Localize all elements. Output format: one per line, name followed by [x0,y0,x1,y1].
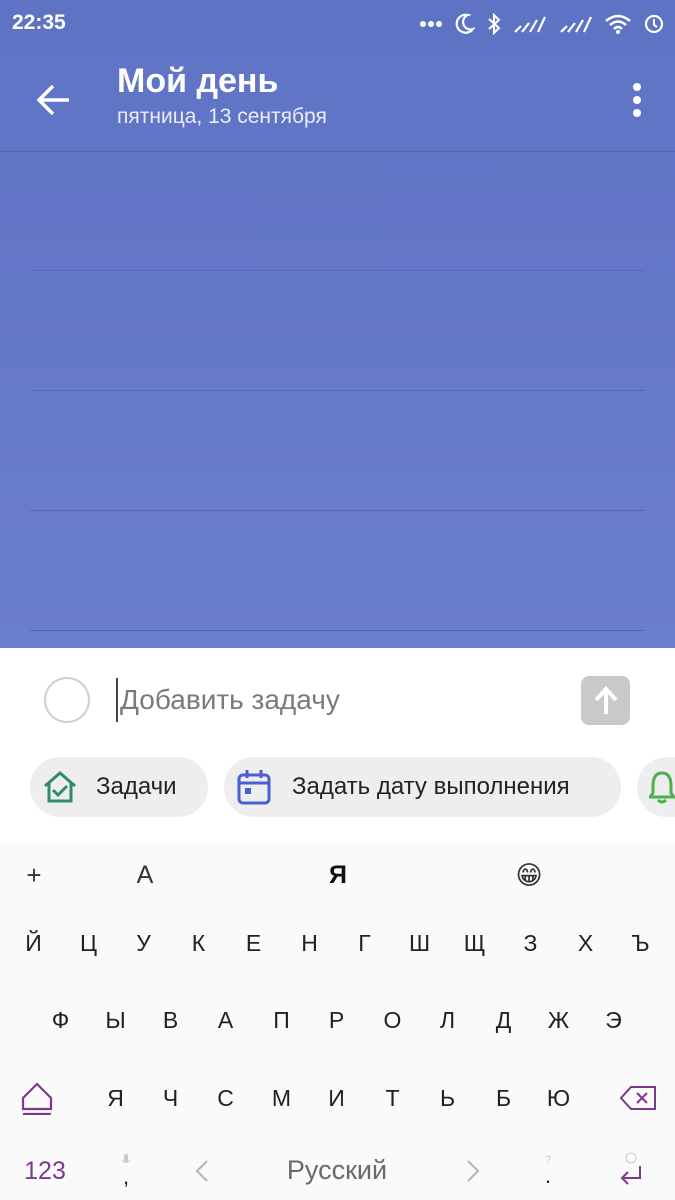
more-dots-icon [419,20,443,28]
key[interactable]: П [254,998,309,1042]
keyboard: + A Я 😁 Й Ц У К Е Н Г Ш Щ З Х Ъ Ф Ы В А … [0,843,675,1200]
key[interactable]: Ф [33,998,88,1042]
app-bar: Мой день пятница, 13 сентября [0,50,675,152]
chip-tasks[interactable]: Задачи [30,757,208,817]
kb-emoji-button[interactable]: 😁 [508,855,550,895]
key[interactable]: Ы [88,998,143,1042]
task-list-area [0,152,675,648]
shift-key[interactable] [12,1075,62,1121]
key[interactable]: Е [226,921,281,965]
key[interactable]: С [198,1076,253,1120]
key[interactable]: Т [365,1076,420,1120]
period-key[interactable]: ? . [528,1145,568,1195]
key[interactable]: Ж [531,998,586,1042]
divider-line [30,270,645,271]
key[interactable]: М [254,1076,309,1120]
cursor-right-key[interactable] [457,1149,489,1193]
key[interactable]: Н [282,921,337,965]
period-label: . [544,1163,552,1188]
numbers-key[interactable]: 123 [14,1149,76,1193]
key[interactable]: Р [309,998,364,1042]
chevron-right-icon [467,1160,480,1182]
moon-icon [455,13,475,35]
key[interactable]: О [365,998,420,1042]
page-title: Мой день [117,62,279,100]
wifi-icon [605,14,631,34]
key[interactable]: Ц [61,921,116,965]
chevron-left-icon [195,1160,208,1182]
space-key[interactable]: Русский [232,1147,442,1193]
key[interactable]: Д [476,998,531,1042]
key[interactable]: Ш [392,921,447,965]
bluetooth-icon [487,13,501,35]
calendar-icon [236,768,272,806]
backspace-icon [619,1086,656,1110]
key[interactable]: Б [476,1076,531,1120]
emoji-small-icon [625,1152,637,1164]
divider-line [30,630,645,631]
key[interactable]: Й [6,921,61,965]
chip-tasks-label: Задачи [96,773,177,800]
add-task-input[interactable] [116,678,556,722]
enter-key[interactable] [606,1143,656,1195]
status-bar: 22:35 [0,0,675,50]
key[interactable]: Ь [420,1076,475,1120]
shift-icon [21,1082,53,1115]
key[interactable]: Х [558,921,613,965]
back-button[interactable] [26,72,82,128]
key[interactable]: Г [337,921,392,965]
kb-font-button[interactable]: A [125,855,165,895]
key[interactable]: К [171,921,226,965]
key[interactable]: Э [586,998,641,1042]
status-time: 22:35 [12,11,66,34]
signal-icon [559,14,593,34]
bell-icon [649,770,675,804]
cursor-left-key[interactable] [186,1149,218,1193]
status-icons [419,8,665,40]
key[interactable]: У [116,921,171,965]
key[interactable]: И [309,1076,364,1120]
add-task-sheet: Задачи Задать дату выполнения [0,648,675,843]
comma-key[interactable]: , [106,1145,146,1195]
arrow-left-icon [37,85,69,115]
backspace-key[interactable] [614,1077,662,1119]
more-vertical-icon [633,83,641,117]
chip-due-date[interactable]: Задать дату выполнения [224,757,621,817]
key[interactable]: Ъ [613,921,668,965]
key[interactable]: А [198,998,253,1042]
key[interactable]: В [143,998,198,1042]
sync-icon [643,13,665,35]
chip-reminder[interactable] [637,757,675,817]
chip-due-date-label: Задать дату выполнения [292,773,570,800]
comma-label: , [122,1164,130,1189]
more-options-button[interactable] [621,78,653,122]
divider-line [30,390,645,391]
send-button[interactable] [581,676,630,725]
page-subtitle: пятница, 13 сентября [117,105,327,128]
key[interactable]: Л [420,998,475,1042]
arrow-up-icon [594,685,617,714]
signal-icon [513,14,547,34]
key[interactable]: Щ [447,921,502,965]
divider-line [30,510,645,511]
key[interactable]: Я [88,1076,143,1120]
kb-plus-button[interactable]: + [14,855,54,895]
home-check-icon [42,770,78,804]
key[interactable]: Ю [531,1076,586,1120]
task-complete-circle [44,677,90,723]
key[interactable]: Ч [143,1076,198,1120]
key[interactable]: З [503,921,558,965]
kb-language-logo[interactable]: Я [318,855,358,895]
enter-icon [620,1166,641,1185]
